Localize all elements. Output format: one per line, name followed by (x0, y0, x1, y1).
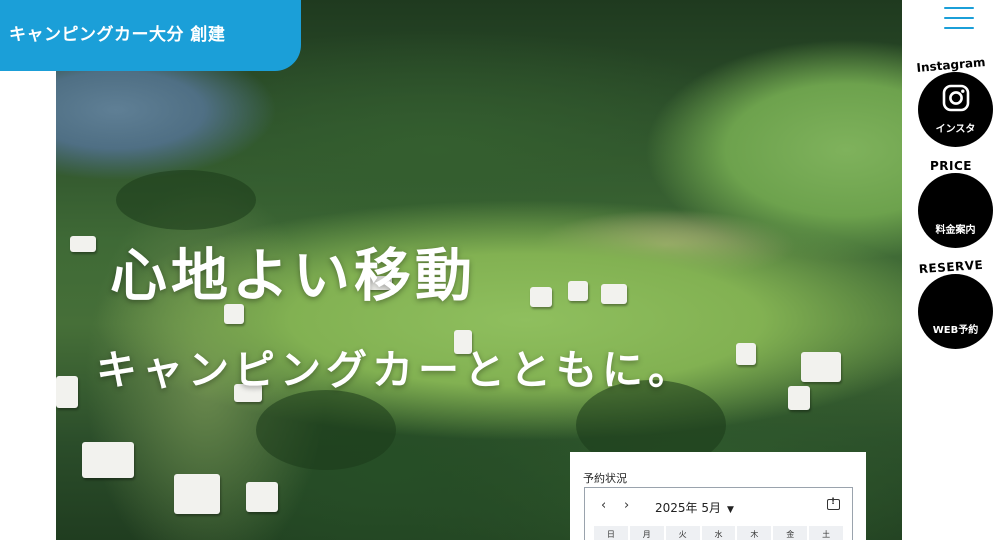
weekday-tue: 火 (665, 526, 700, 540)
weekday-thu: 木 (737, 526, 772, 540)
calendar-frame: ‹ › 2025年 5月 ▼ 日 月 火 水 木 金 土 (584, 487, 853, 540)
hero-headline: 心地よい移動 (110, 243, 476, 309)
hamburger-menu-icon[interactable] (944, 7, 974, 29)
brand-logo-badge[interactable]: キャンピングカー大分 創建 (0, 0, 301, 71)
weekday-fri: 金 (773, 526, 808, 540)
feedback-icon[interactable] (827, 497, 840, 510)
next-month-button[interactable]: › (624, 498, 629, 513)
month-selector[interactable]: 2025年 5月 ▼ (655, 499, 734, 516)
weekday-sun: 日 (594, 526, 628, 540)
reservation-title: 予約状況 (583, 472, 627, 485)
weekday-mon: 月 (629, 526, 664, 540)
month-label: 2025年 5月 (655, 501, 721, 515)
price-button[interactable]: 料金案内 (918, 173, 993, 248)
reservation-calendar-widget: 予約状況 ‹ › 2025年 5月 ▼ 日 月 火 水 木 金 土 (570, 452, 866, 540)
weekday-sat: 土 (809, 526, 844, 540)
price-caption: PRICE (929, 159, 972, 173)
prev-month-button[interactable]: ‹ (601, 498, 606, 513)
instagram-icon (942, 84, 970, 112)
price-button-label: 料金案内 (935, 225, 976, 236)
instagram-button-label: インスタ (935, 124, 976, 135)
calendar-weekday-row: 日 月 火 水 木 金 土 (594, 526, 844, 540)
web-reserve-button[interactable]: WEB予約 (918, 274, 993, 349)
brand-name: キャンピングカー大分 創建 (9, 25, 226, 45)
weekday-wed: 水 (701, 526, 736, 540)
right-sidebar: Instagram インスタ PRICE 料金案内 RESERVE WEB予約 (902, 0, 1000, 540)
hero-subheadline: キャンピングカーとともに。 (96, 346, 694, 394)
instagram-button[interactable]: インスタ (918, 72, 993, 147)
web-reserve-button-label: WEB予約 (932, 325, 979, 336)
caret-down-icon: ▼ (727, 505, 734, 515)
